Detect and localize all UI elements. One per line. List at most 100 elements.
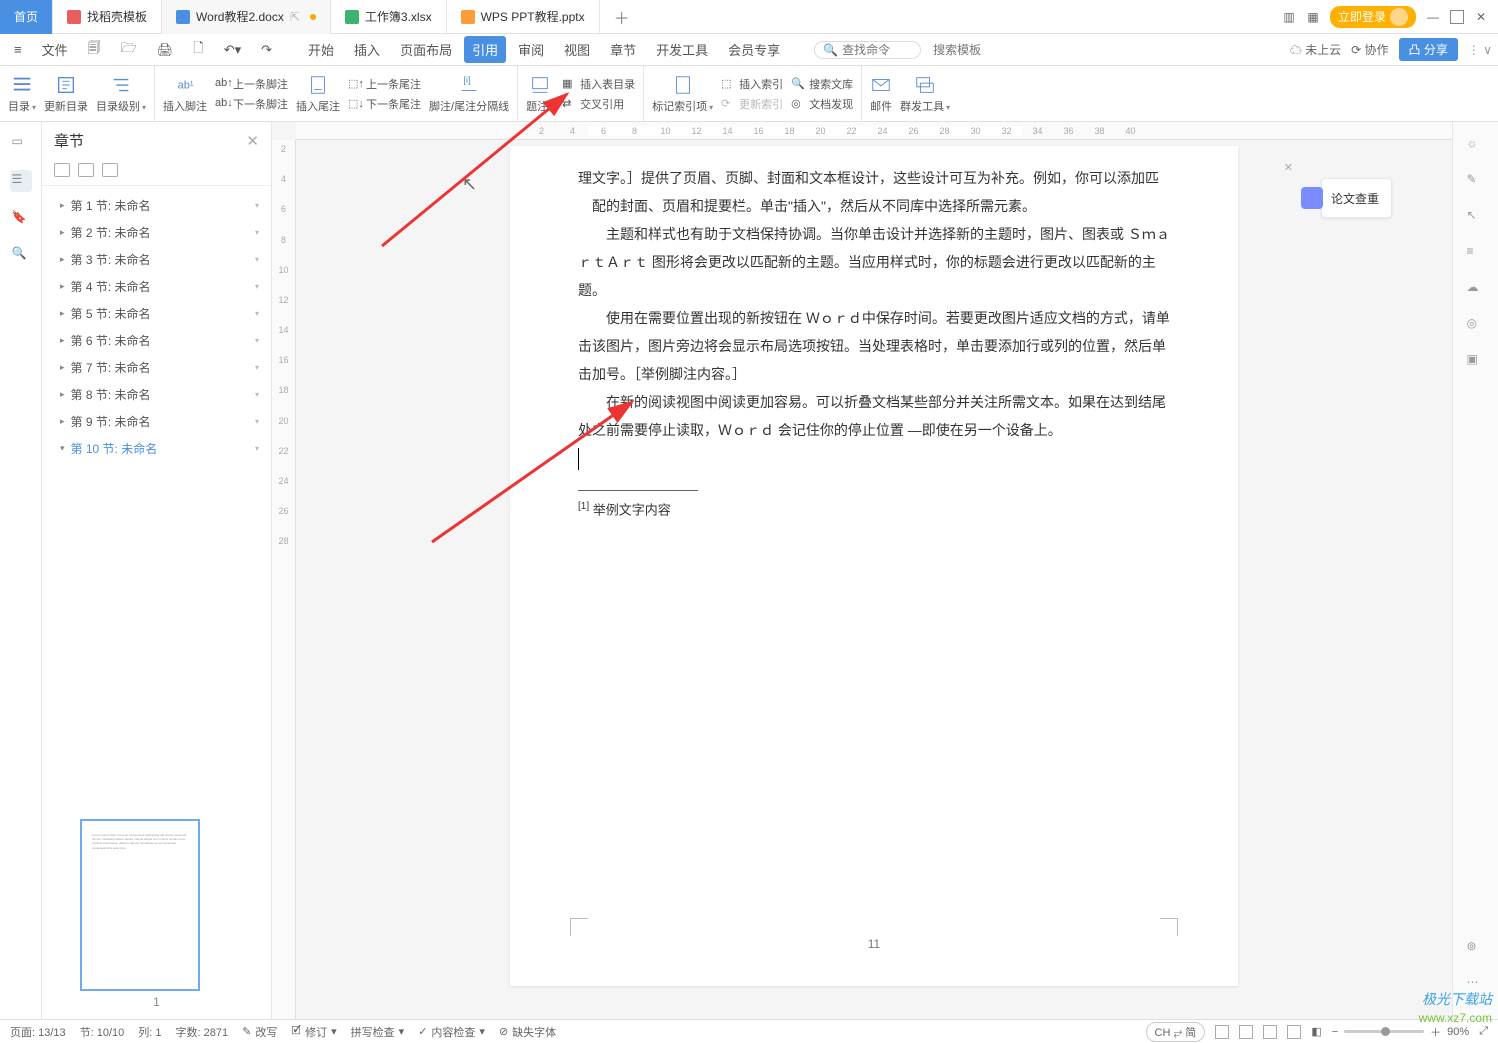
- command-search-input[interactable]: [842, 43, 912, 57]
- search-lib-button[interactable]: 🔍搜索文库: [791, 76, 853, 92]
- prev-footnote-button[interactable]: ab↑上一条脚注: [215, 76, 288, 92]
- chapter-dropdown-icon[interactable]: ▾: [255, 201, 259, 210]
- paragraph[interactable]: 使用在需要位置出现的新按钮在 Ｗｏｒｄ中保存时间。若要更改图片适应文档的方式，请…: [578, 304, 1170, 388]
- close-button[interactable]: ✕: [1474, 10, 1488, 24]
- rrail-edit-icon[interactable]: ✎: [1467, 172, 1485, 190]
- insert-index-button[interactable]: ⬚插入索引: [721, 76, 783, 92]
- rrail-layout-icon[interactable]: ▣: [1467, 352, 1485, 370]
- chapter-dropdown-icon[interactable]: ▾: [255, 228, 259, 237]
- zoom-out-button[interactable]: −: [1332, 1026, 1338, 1038]
- status-content-check[interactable]: ✓ 内容检查 ▾: [418, 1024, 485, 1040]
- qat-redo-icon[interactable]: ↷: [253, 38, 280, 62]
- insert-endnote-button[interactable]: 插入尾注: [296, 74, 340, 114]
- zoom-in-button[interactable]: ＋: [1430, 1024, 1441, 1040]
- caption-button[interactable]: 题注▾: [526, 74, 554, 114]
- template-search[interactable]: [925, 42, 1011, 58]
- paper-check-widget[interactable]: ✕ 论文查重: [1321, 178, 1392, 218]
- paper-check-close-icon[interactable]: ✕: [1284, 161, 1293, 174]
- chapter-item[interactable]: ▸第 1 节: 未命名▾: [42, 192, 271, 219]
- rrail-target-icon[interactable]: ◎: [1467, 316, 1485, 334]
- menu-chapter[interactable]: 章节: [602, 36, 644, 63]
- chapter-item[interactable]: ▸第 4 节: 未命名▾: [42, 273, 271, 300]
- view-print-icon[interactable]: [1215, 1025, 1229, 1039]
- template-search-input[interactable]: [933, 43, 1003, 57]
- chapter-dropdown-icon[interactable]: ▾: [255, 255, 259, 264]
- menu-hamburger[interactable]: ≡: [6, 38, 30, 61]
- rrail-select-icon[interactable]: ↖: [1467, 208, 1485, 226]
- mark-index-button[interactable]: 标记索引项▾: [652, 74, 713, 114]
- page-thumbnail[interactable]: Lorem ipsum dolor sit amet consectetur a…: [80, 819, 200, 991]
- toc-button[interactable]: 目录▾: [8, 74, 36, 114]
- chapter-item[interactable]: ▾第 10 节: 未命名▾: [42, 435, 271, 462]
- nav-add-section-icon[interactable]: [54, 163, 70, 177]
- footnote-separator-button[interactable]: [i]脚注/尾注分隔线: [429, 74, 509, 114]
- chapter-dropdown-icon[interactable]: ▾: [255, 390, 259, 399]
- document-page[interactable]: ↖ 理文字。］提供了页眉、页脚、封面和文本框设计，这些设计可互为补充。例如，你可…: [510, 146, 1238, 986]
- menu-devtools[interactable]: 开发工具: [648, 36, 716, 63]
- paragraph[interactable]: 在新的阅读视图中阅读更加容易。可以折叠文档某些部分并关注所需文本。如果在达到结尾…: [578, 388, 1170, 444]
- chapter-dropdown-icon[interactable]: ▾: [255, 336, 259, 345]
- cross-ref-button[interactable]: ⇄交叉引用: [562, 96, 635, 112]
- tab-xlsx-doc[interactable]: 工作簿3.xlsx: [331, 0, 447, 34]
- menu-vip[interactable]: 会员专享: [720, 36, 788, 63]
- chapter-item[interactable]: ▸第 3 节: 未命名▾: [42, 246, 271, 273]
- rrail-clipboard-icon[interactable]: ≡: [1467, 244, 1485, 262]
- insert-table-toc-button[interactable]: ▦插入表目录: [562, 76, 635, 92]
- tab-home[interactable]: 首页: [0, 0, 53, 34]
- view-read-icon[interactable]: [1287, 1025, 1301, 1039]
- footnote[interactable]: [1] 举例文字内容: [578, 497, 1170, 523]
- chapter-item[interactable]: ▸第 9 节: 未命名▾: [42, 408, 271, 435]
- menu-start[interactable]: 开始: [300, 36, 342, 63]
- qat-open-icon[interactable]: 🗁: [113, 35, 145, 65]
- menu-view[interactable]: 视图: [556, 36, 598, 63]
- chapter-item[interactable]: ▸第 6 节: 未命名▾: [42, 327, 271, 354]
- chapter-dropdown-icon[interactable]: ▾: [255, 282, 259, 291]
- status-missing-font[interactable]: ⊘ 缺失字体: [499, 1024, 556, 1040]
- qat-undo-icon[interactable]: ↶▾: [216, 38, 249, 62]
- rail-chapters-icon[interactable]: ☰: [10, 170, 32, 192]
- chapter-item[interactable]: ▸第 8 节: 未命名▾: [42, 381, 271, 408]
- tab-word-doc[interactable]: Word教程2.docx ⇱: [162, 0, 331, 34]
- rail-search-icon[interactable]: 🔍: [12, 246, 30, 264]
- zoom-control[interactable]: − ＋ 90%: [1332, 1024, 1469, 1040]
- coop-button[interactable]: ⟳ 协作: [1351, 41, 1388, 58]
- rrail-help-icon[interactable]: ⊚: [1467, 939, 1485, 957]
- status-expand-icon[interactable]: ⤢: [1479, 1025, 1488, 1038]
- command-search[interactable]: 🔍: [814, 41, 921, 59]
- status-words[interactable]: 字数: 2871: [176, 1024, 229, 1040]
- text-cursor[interactable]: [578, 448, 579, 470]
- chapter-item[interactable]: ▸第 2 节: 未命名▾: [42, 219, 271, 246]
- chapter-item[interactable]: ▸第 5 节: 未命名▾: [42, 300, 271, 327]
- chapter-item[interactable]: ▸第 7 节: 未命名▾: [42, 354, 271, 381]
- view-extra-icon[interactable]: ◧: [1311, 1025, 1321, 1038]
- qat-preview-icon[interactable]: 🗋: [185, 35, 211, 65]
- paragraph[interactable]: 理文字。］提供了页眉、页脚、封面和文本框设计，这些设计可互为补充。例如，你可以添…: [592, 164, 1170, 220]
- rail-pages-icon[interactable]: ▭: [12, 134, 30, 152]
- apps-icon[interactable]: ▦: [1306, 10, 1320, 24]
- menu-chevron-icon[interactable]: ⋮ ∨: [1468, 43, 1492, 57]
- doc-discover-button[interactable]: ◎文档发现: [791, 96, 853, 112]
- horizontal-ruler[interactable]: 246810121416182022242628303234363840: [296, 122, 1452, 140]
- rrail-gear-icon[interactable]: ☼: [1467, 136, 1485, 154]
- view-outline-icon[interactable]: [1239, 1025, 1253, 1039]
- qat-print-icon[interactable]: 🖨: [149, 38, 182, 62]
- add-tab-button[interactable]: ＋: [600, 5, 644, 29]
- nav-add-page-icon[interactable]: [102, 163, 118, 177]
- menu-file[interactable]: 文件: [34, 36, 76, 63]
- insert-footnote-button[interactable]: ab¹插入脚注: [163, 74, 207, 114]
- status-rewrite[interactable]: ✎ 改写: [242, 1024, 277, 1040]
- view-web-icon[interactable]: [1263, 1025, 1277, 1039]
- zoom-value[interactable]: 90%: [1447, 1026, 1469, 1038]
- status-revision[interactable]: 🗹 修订 ▾: [291, 1022, 336, 1041]
- chapter-dropdown-icon[interactable]: ▾: [255, 363, 259, 372]
- pin-icon[interactable]: ⇱: [290, 10, 300, 24]
- group-send-button[interactable]: 群发工具▾: [900, 74, 950, 114]
- status-section[interactable]: 节: 10/10: [80, 1024, 125, 1040]
- zoom-slider[interactable]: [1344, 1030, 1424, 1033]
- menu-reference[interactable]: 引用: [464, 36, 506, 63]
- tab-template-store[interactable]: 找稻壳模板: [53, 0, 162, 34]
- maximize-button[interactable]: [1450, 10, 1464, 24]
- menu-layout[interactable]: 页面布局: [392, 36, 460, 63]
- nav-close-icon[interactable]: ✕: [246, 132, 259, 150]
- prev-endnote-button[interactable]: ⬚↑上一条尾注: [348, 76, 421, 92]
